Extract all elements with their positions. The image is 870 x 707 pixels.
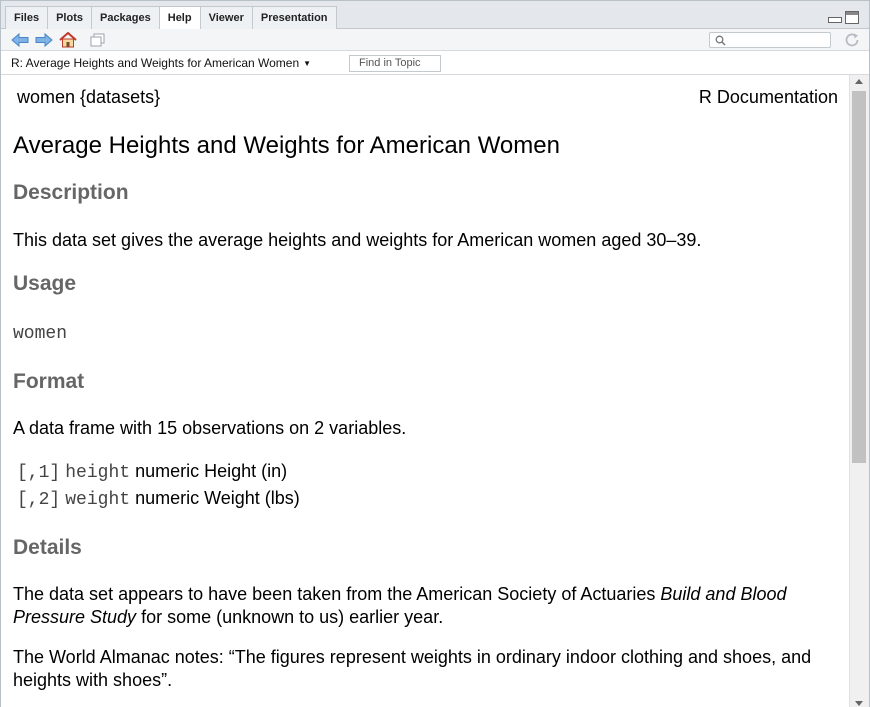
tab-presentation[interactable]: Presentation [251, 6, 337, 29]
show-in-new-window-icon[interactable] [89, 32, 107, 48]
format-var-row: [,2] weight numeric Weight (lbs) [17, 488, 300, 510]
section-heading-usage: Usage [13, 272, 77, 295]
forward-arrow-icon[interactable] [35, 32, 53, 48]
section-heading-format: Format [13, 370, 85, 393]
help-pane: Files Plots Packages Help Viewer Present… [0, 0, 870, 707]
topic-dropdown-label: R: Average Heights and Weights for Ameri… [11, 56, 300, 70]
chevron-down-icon: ▼ [303, 59, 312, 68]
details-paragraph-1: The data set appears to have been taken … [13, 583, 843, 629]
help-toolbar [1, 29, 869, 51]
section-heading-details: Details [13, 536, 82, 559]
var-index: [,2] [17, 490, 61, 510]
var-type: numeric [135, 488, 200, 508]
details-text: The data set appears to have been taken … [13, 584, 661, 604]
tab-help[interactable]: Help [158, 6, 201, 30]
format-var-row: [,1] height numeric Height (in) [17, 461, 287, 483]
help-content: women {datasets} R Documentation Average… [1, 75, 849, 707]
details-paragraph-2: The World Almanac notes: “The figures re… [13, 647, 812, 690]
help-search-input[interactable] [730, 33, 828, 47]
help-search-box[interactable] [709, 32, 831, 48]
topic-dropdown[interactable]: R: Average Heights and Weights for Ameri… [11, 56, 311, 70]
tab-packages[interactable]: Packages [90, 6, 160, 29]
var-type: numeric [135, 461, 200, 481]
refresh-icon[interactable] [844, 32, 861, 48]
details-text: for some (unknown to us) earlier year. [136, 607, 444, 627]
tab-strip: Files Plots Packages Help Viewer Present… [5, 6, 337, 30]
window-controls [827, 11, 859, 24]
scroll-up-icon[interactable] [855, 79, 863, 84]
tab-files[interactable]: Files [5, 6, 49, 29]
topic-bar: R: Average Heights and Weights for Ameri… [1, 51, 869, 75]
tab-plots[interactable]: Plots [47, 6, 92, 29]
scroll-down-icon[interactable] [855, 701, 863, 706]
usage-code: women [13, 324, 68, 344]
pane-tab-bar: Files Plots Packages Help Viewer Present… [1, 1, 869, 30]
scrollbar-thumb[interactable] [852, 91, 866, 463]
doc-package-header: women {datasets} [17, 87, 161, 107]
format-text: A data frame with 15 observations on 2 v… [13, 418, 407, 438]
var-name: height [65, 463, 131, 483]
description-text: This data set gives the average heights … [13, 230, 702, 250]
find-in-topic-input[interactable]: Find in Topic [349, 55, 441, 72]
back-arrow-icon[interactable] [11, 32, 29, 48]
search-icon [715, 35, 726, 46]
minimize-icon[interactable] [827, 11, 842, 24]
var-desc: Height (in) [204, 461, 288, 481]
var-index: [,1] [17, 463, 61, 483]
doc-title: Average Heights and Weights for American… [13, 132, 560, 159]
doc-source-header: R Documentation [698, 87, 838, 107]
home-icon[interactable] [59, 32, 77, 48]
vertical-scrollbar[interactable] [849, 75, 869, 707]
maximize-icon[interactable] [845, 11, 859, 24]
var-name: weight [65, 490, 131, 510]
tab-viewer[interactable]: Viewer [199, 6, 253, 29]
var-desc: Weight (lbs) [204, 488, 300, 508]
section-heading-description: Description [13, 181, 129, 204]
